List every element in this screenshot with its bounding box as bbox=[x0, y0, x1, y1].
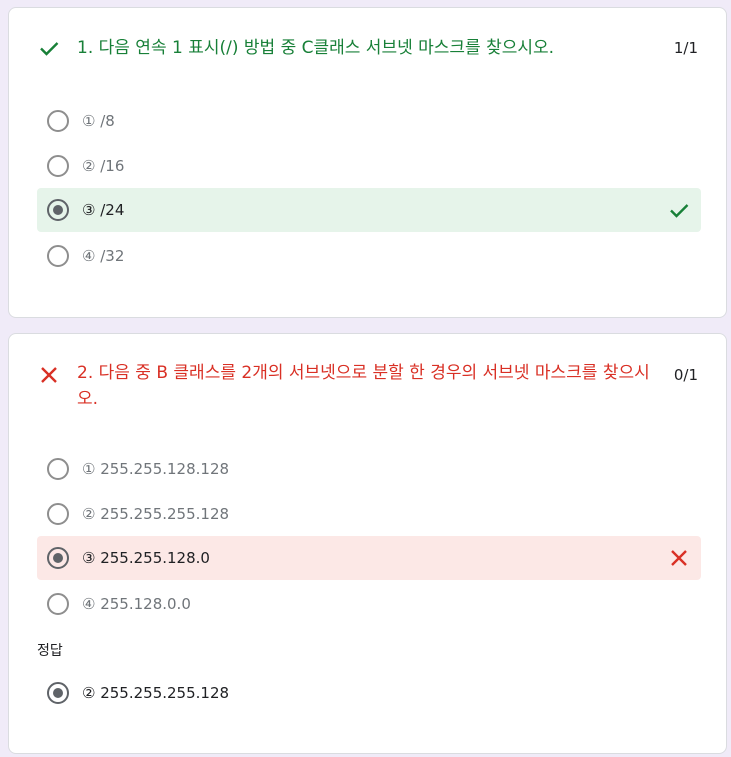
question-title: 1. 다음 연속 1 표시(/) 방법 중 C클래스 서브넷 마스크를 찾으시오… bbox=[77, 38, 555, 58]
radio-button bbox=[47, 593, 69, 615]
question-title: 2. 다음 중 B 클래스를 2개의 서브넷으로 분할 한 경우의 서브넷 마스… bbox=[77, 363, 650, 409]
radio-button bbox=[47, 110, 69, 132]
option-2: ② 255.255.255.128 bbox=[37, 492, 701, 536]
close-icon bbox=[41, 367, 57, 383]
question-score: 0/1 bbox=[673, 366, 698, 384]
check-icon bbox=[670, 204, 689, 218]
radio-button bbox=[47, 458, 69, 480]
correct-answer-option: ② 255.255.255.128 bbox=[37, 671, 701, 715]
option-2: ② /16 bbox=[37, 144, 701, 188]
option-1: ① /8 bbox=[37, 99, 701, 143]
option-3-selected: ③ 255.255.128.0 bbox=[37, 536, 701, 580]
radio-button-checked bbox=[47, 682, 69, 704]
option-label: ① /8 bbox=[82, 112, 115, 130]
radio-button bbox=[47, 245, 69, 267]
radio-button bbox=[47, 155, 69, 177]
option-label: ③ /24 bbox=[82, 201, 125, 219]
radio-button-checked bbox=[47, 199, 69, 221]
radio-button-checked bbox=[47, 547, 69, 569]
option-label: ④ /32 bbox=[82, 247, 125, 265]
close-icon bbox=[671, 550, 687, 566]
correct-answer-heading: 정답 bbox=[37, 643, 63, 659]
question-score: 1/1 bbox=[673, 39, 698, 57]
question-card-1: 1. 다음 연속 1 표시(/) 방법 중 C클래스 서브넷 마스크를 찾으시오… bbox=[8, 7, 727, 318]
option-4: ④ /32 bbox=[37, 234, 701, 278]
option-label: ② /16 bbox=[82, 157, 125, 175]
option-label: ③ 255.255.128.0 bbox=[82, 549, 210, 567]
option-label: ④ 255.128.0.0 bbox=[82, 595, 191, 613]
radio-button bbox=[47, 503, 69, 525]
question-card-2: 2. 다음 중 B 클래스를 2개의 서브넷으로 분할 한 경우의 서브넷 마스… bbox=[8, 333, 727, 754]
check-icon bbox=[40, 42, 59, 56]
option-4: ④ 255.128.0.0 bbox=[37, 582, 701, 626]
option-3-selected: ③ /24 bbox=[37, 188, 701, 232]
option-label: ② 255.255.255.128 bbox=[82, 505, 230, 523]
option-label: ① 255.255.128.128 bbox=[82, 460, 230, 478]
option-label: ② 255.255.255.128 bbox=[82, 684, 230, 702]
option-1: ① 255.255.128.128 bbox=[37, 447, 701, 491]
